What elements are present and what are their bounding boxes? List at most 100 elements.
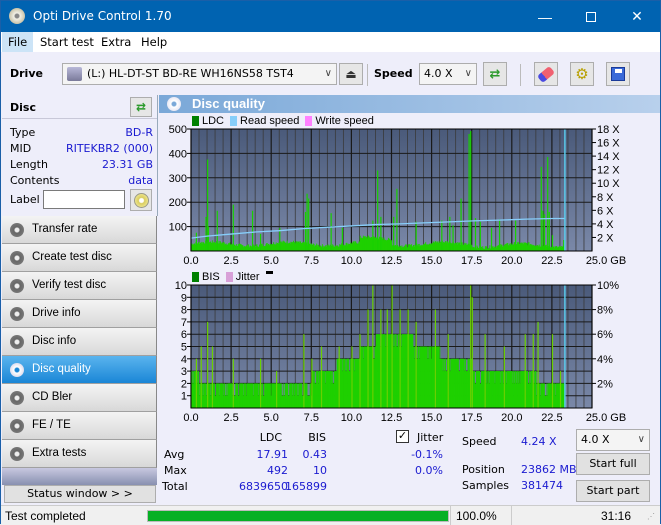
minimize-icon: — <box>538 8 552 25</box>
x-tick-label: 12.5 <box>381 412 402 423</box>
nav-item-create-test-disc[interactable]: Create test disc <box>2 244 157 272</box>
nav-item-label: Disc quality <box>32 363 91 375</box>
start-part-button[interactable]: Start part <box>576 480 650 502</box>
x-tick-label: 2.5 <box>223 255 238 267</box>
spike-bar <box>490 227 493 251</box>
spike-bar <box>471 297 473 408</box>
spike-bar <box>338 346 340 408</box>
disc-icon <box>10 447 24 461</box>
samples-value: 381474 <box>521 479 563 492</box>
x-tick-label: 17.5 <box>461 255 482 267</box>
drive-select[interactable]: (L:) HL-DT-ST BD-RE WH16NS58 TST4 ∨ <box>62 63 337 85</box>
nav-item-label: Transfer rate <box>32 223 98 235</box>
settings-button[interactable]: ⚙ <box>570 62 594 86</box>
spike-bar <box>470 285 472 408</box>
spike-bar <box>399 309 401 408</box>
spike-bar <box>537 321 539 408</box>
menu-start-test[interactable]: Start test <box>34 32 100 52</box>
spike-bar <box>330 213 332 251</box>
spike-bar <box>551 235 554 251</box>
maximize-button[interactable] <box>568 1 614 32</box>
menu-help[interactable]: Help <box>135 32 173 52</box>
app-disc-icon <box>9 8 25 24</box>
nav-item-transfer-rate[interactable]: Transfer rate <box>2 216 157 244</box>
refresh-icon: ⇄ <box>489 66 501 81</box>
nav-item-disc-quality[interactable]: Disc quality <box>2 356 157 384</box>
drive-icon <box>67 67 82 81</box>
resize-grip-icon[interactable]: ⋰ <box>647 512 655 521</box>
spike-bar <box>259 358 262 408</box>
status-window-button[interactable]: Status window > > <box>4 485 156 503</box>
spike-bar <box>377 170 379 251</box>
y-tick-label: 200 <box>169 197 187 209</box>
nav-item-drive-info[interactable]: Drive info <box>2 300 157 328</box>
speed-select[interactable]: 4.0 X ∨ <box>419 63 477 85</box>
start-full-button[interactable]: Start full <box>576 453 650 475</box>
toolbar-separator <box>520 64 521 86</box>
spike-bar <box>259 233 262 251</box>
disc-mid-key: MID <box>10 142 32 155</box>
minimize-button[interactable]: — <box>522 1 568 32</box>
y2-tick-label: 16 X <box>597 138 620 150</box>
x-tick-label: 22.5 <box>541 412 562 423</box>
spike-bar <box>380 216 382 251</box>
y-tick-label: 400 <box>169 148 187 160</box>
position-label: Position <box>462 463 505 476</box>
spike-bar <box>367 309 369 408</box>
speed-value: 4.0 X <box>424 67 453 80</box>
disc-label-input[interactable] <box>43 190 125 209</box>
nav-item-label: CD Bler <box>32 391 73 403</box>
disc-icon <box>10 335 24 349</box>
spike-bar <box>415 221 417 251</box>
nav-item-fe-te[interactable]: FE / TE <box>2 412 157 440</box>
disc-contents-value: data <box>128 174 153 187</box>
disc-length-value: 23.31 GB <box>101 158 153 171</box>
spike-bar <box>211 346 214 408</box>
disc-icon <box>133 192 149 208</box>
disc-refresh-button[interactable]: ⇄ <box>130 97 152 117</box>
maximize-icon <box>586 11 596 22</box>
disc-contents-key: Contents <box>10 174 60 187</box>
spike-bar <box>460 198 462 251</box>
panel-title: Disc quality <box>192 96 265 111</box>
spike-bar <box>303 334 305 408</box>
spike-bar <box>391 285 393 408</box>
menu-file[interactable]: File <box>2 32 34 52</box>
jitter-checkbox[interactable]: ✓ <box>396 430 409 443</box>
disc-icon <box>10 391 24 405</box>
spike-bar <box>547 157 549 251</box>
speed-stat-value: 4.24 X <box>521 435 557 448</box>
x-tick-label: 0.0 <box>183 412 198 423</box>
spike-bar <box>396 188 398 251</box>
spike-bar <box>359 334 361 408</box>
y2-tick-label: 12 X <box>597 165 620 177</box>
nav-item-label: Disc info <box>32 335 77 347</box>
nav-item-cd-bler[interactable]: CD Bler <box>2 384 157 412</box>
x-tick-label: 20.0 <box>501 412 522 423</box>
spike-bar <box>207 321 209 408</box>
save-button[interactable] <box>606 62 630 86</box>
stats-avg-label: Avg <box>164 448 185 461</box>
nav-item-verify-test-disc[interactable]: Verify test disc <box>2 272 157 300</box>
nav-item-disc-info[interactable]: Disc info <box>2 328 157 356</box>
y2-tick-label: 6 X <box>597 205 614 217</box>
disc-icon <box>10 279 24 293</box>
close-button[interactable]: ✕ <box>614 1 660 32</box>
test-speed-select[interactable]: 4.0 X ∨ <box>576 429 650 451</box>
x-tick-label: 25.0 GB <box>586 412 626 423</box>
main-panel: Disc quality LDC Read speed Write speed … <box>159 95 660 505</box>
progress-bar <box>147 510 449 522</box>
eject-button[interactable]: ⏏ <box>339 63 363 85</box>
refresh-button[interactable]: ⇄ <box>483 62 507 86</box>
nav-item-label: Create test disc <box>32 251 112 263</box>
disc-label-button[interactable] <box>130 189 152 211</box>
erase-button[interactable] <box>534 62 558 86</box>
left-panel: Disc ⇄ Type BD-R MID RITEKBR2 (000) Length… <box>2 95 158 505</box>
nav-item-label: FE / TE <box>32 419 71 431</box>
menu-extra[interactable]: Extra <box>95 32 137 52</box>
position-value: 23862 MB <box>521 463 577 476</box>
y-tick-label: 9 <box>181 292 187 304</box>
nav-item-extra-tests[interactable]: Extra tests <box>2 440 157 468</box>
disc-label-key: Label <box>10 193 40 206</box>
y-tick-label: 100 <box>169 222 187 234</box>
